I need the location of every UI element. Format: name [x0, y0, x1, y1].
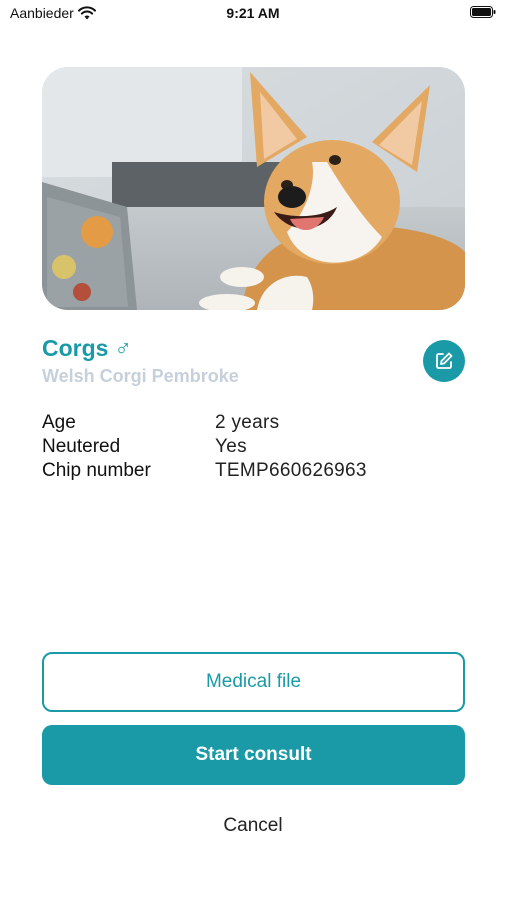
- pet-name: Corgs: [42, 335, 109, 361]
- detail-label: Chip number: [42, 460, 151, 481]
- male-gender-icon: ♂: [114, 335, 132, 361]
- medical-file-button[interactable]: Medical file: [42, 652, 465, 712]
- pet-breed: Welsh Corgi Pembroke: [42, 366, 239, 386]
- start-consult-button[interactable]: Start consult: [42, 725, 465, 785]
- detail-row-age: Age 2 years: [42, 411, 465, 435]
- detail-value: Yes: [215, 436, 247, 457]
- pet-name-row: Corgs ♂: [42, 335, 465, 362]
- status-bar: Aanbieder 9:21 AM: [0, 0, 506, 28]
- detail-label: Neutered: [42, 436, 121, 457]
- detail-value: TEMP660626963: [215, 460, 367, 481]
- battery-icon: [470, 6, 496, 18]
- detail-label: Age: [42, 412, 76, 433]
- cancel-button[interactable]: Cancel: [0, 815, 506, 837]
- status-time: 9:21 AM: [226, 5, 280, 21]
- corgi-photo-illustration: [42, 67, 465, 310]
- detail-row-chip-number: Chip number TEMP660626963: [42, 459, 465, 483]
- pet-details: Age 2 years Neutered Yes Chip number TEM…: [42, 411, 465, 483]
- pet-header: Corgs ♂ Welsh Corgi Pembroke: [42, 335, 465, 387]
- detail-value: 2 years: [215, 412, 280, 433]
- detail-row-neutered: Neutered Yes: [42, 435, 465, 459]
- edit-icon: [436, 352, 453, 369]
- pet-photo: [42, 67, 465, 310]
- edit-pet-button[interactable]: [423, 340, 465, 382]
